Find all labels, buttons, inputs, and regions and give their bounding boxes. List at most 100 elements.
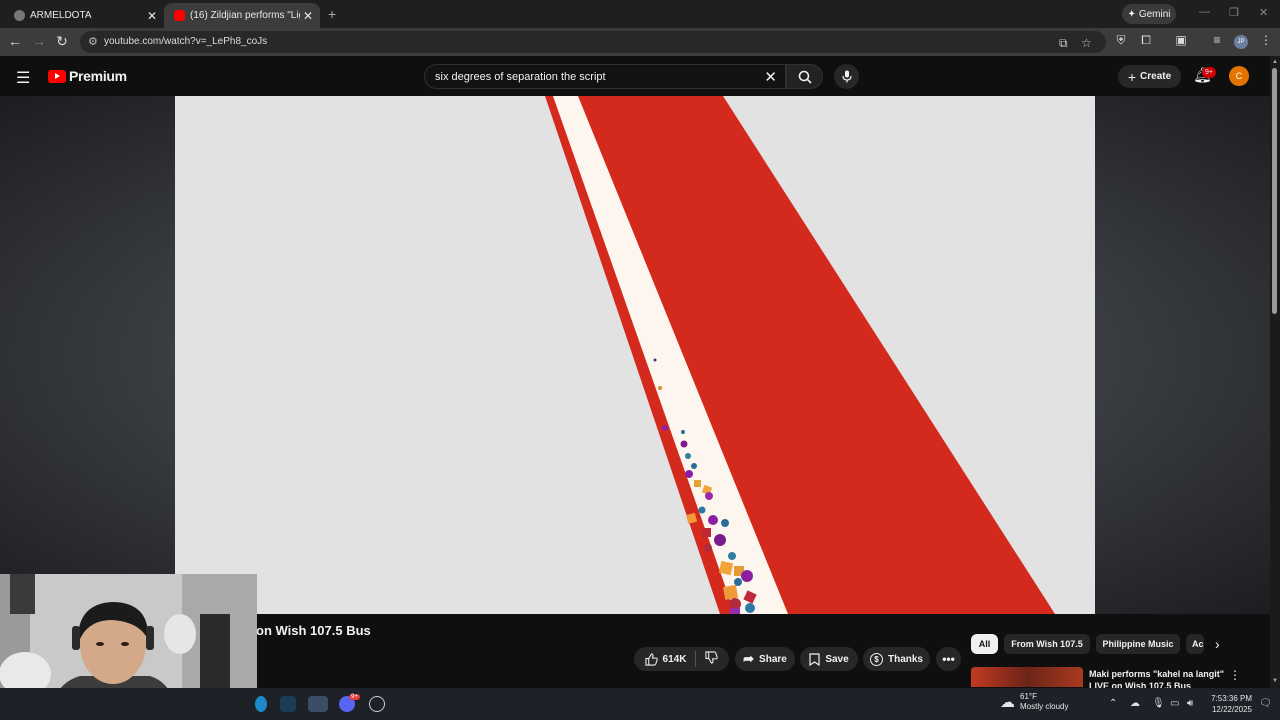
red-stripe-shape xyxy=(545,96,1055,614)
obs-icon[interactable] xyxy=(369,696,385,712)
menu-hamburger-icon[interactable]: ☰ xyxy=(16,68,30,88)
scrollbar-thumb[interactable] xyxy=(1272,68,1277,314)
tab-youtube-video[interactable]: (16) Zildjian performs "Ligaw Ti ✕ xyxy=(164,3,320,28)
share-arrow-icon: ➦ xyxy=(743,651,755,666)
save-label: Save xyxy=(825,653,849,665)
close-tab-icon[interactable]: ✕ xyxy=(144,9,160,23)
scroll-down-icon[interactable]: ▼ xyxy=(1272,678,1278,684)
save-button[interactable]: Save xyxy=(800,647,858,671)
page-scrollbar[interactable]: ▲ ▼ xyxy=(1270,56,1280,688)
browser-tab-bar: ARMELDOTA ✕ (16) Zildjian performs "Liga… xyxy=(0,0,1280,28)
super-thanks-icon: $ xyxy=(869,652,883,666)
browser-menu-icon[interactable]: ⋮ xyxy=(1258,33,1274,47)
chevron-right-icon[interactable]: › xyxy=(1215,636,1220,652)
install-app-icon[interactable]: ⧉ xyxy=(1059,36,1068,51)
notification-center-icon[interactable]: 🗨︎ xyxy=(1259,698,1272,709)
extensions-puzzle-icon[interactable]: ⧠ xyxy=(1138,33,1154,48)
steam-active-icon[interactable] xyxy=(308,696,328,712)
gemini-button[interactable]: ✦ Gemini xyxy=(1122,4,1176,24)
youtube-favicon-icon xyxy=(174,10,185,21)
chip-all[interactable]: All xyxy=(971,634,998,654)
video-title: on Wish 107.5 Bus xyxy=(256,623,371,638)
sparkle-icon: ✦ xyxy=(1127,8,1136,20)
new-tab-icon[interactable]: + xyxy=(328,6,336,22)
create-label: Create xyxy=(1140,71,1172,82)
microphone-tray-icon[interactable]: 🎙︎ xyxy=(1152,698,1165,709)
onedrive-cloud-icon[interactable]: ☁ xyxy=(1130,698,1140,709)
search-icon xyxy=(798,70,812,84)
bookmark-star-icon[interactable]: ☆ xyxy=(1081,36,1092,50)
volume-icon[interactable]: 🔊︎ xyxy=(1187,698,1193,709)
shield-extension-icon[interactable]: ⛨ xyxy=(1113,33,1129,48)
cloud-icon: ☁ xyxy=(1000,694,1015,711)
close-tab-icon[interactable]: ✕ xyxy=(300,9,316,23)
microphone-icon xyxy=(841,70,852,83)
more-horizontal-icon: ••• xyxy=(942,652,955,666)
more-vertical-icon[interactable]: ⋮ xyxy=(1229,668,1241,682)
thumbs-down-icon xyxy=(705,651,719,664)
voice-search-button[interactable] xyxy=(834,64,859,89)
video-frame xyxy=(545,96,1055,614)
brand-text: Premium xyxy=(69,68,127,84)
tab-favicon-icon xyxy=(14,10,25,21)
steam-icon[interactable] xyxy=(280,696,296,712)
account-avatar[interactable]: C xyxy=(1229,66,1249,86)
close-window-icon[interactable]: ✕ xyxy=(1259,6,1268,19)
like-divider xyxy=(695,651,697,667)
back-icon[interactable]: ← xyxy=(6,33,24,49)
video-player[interactable] xyxy=(175,96,1095,614)
scroll-up-icon[interactable]: ▲ xyxy=(1272,59,1278,65)
youtube-header: ☰ Premium six degrees of separation the … xyxy=(0,56,1270,96)
address-bar[interactable]: ⚙ youtube.com/watch?v=_LePh8_coJs ⧉ ☆ xyxy=(80,31,1106,53)
clock-time: 7:53:36 PM xyxy=(1211,694,1252,703)
youtube-premium-logo[interactable]: Premium xyxy=(48,68,127,84)
tab-armeldota[interactable]: ARMELDOTA ✕ xyxy=(4,3,164,28)
search-button[interactable] xyxy=(786,64,823,89)
thanks-label: Thanks xyxy=(887,653,923,665)
minimize-icon[interactable]: — xyxy=(1199,6,1210,18)
recommendation-thumbnail[interactable] xyxy=(971,667,1083,687)
tray-chevron-up-icon[interactable]: ⌃ xyxy=(1109,698,1117,709)
reading-list-icon[interactable]: ≡ xyxy=(1209,33,1225,47)
more-actions-button[interactable]: ••• xyxy=(936,647,961,671)
weather-widget[interactable]: ☁ 61°F Mostly cloudy xyxy=(1000,692,1068,712)
chip-from-wish[interactable]: From Wish 107.5 xyxy=(1004,634,1090,654)
media-control-icon[interactable]: ▣ xyxy=(1173,33,1189,47)
create-button[interactable]: + Create xyxy=(1118,65,1181,88)
thumbs-up-icon xyxy=(644,652,658,666)
plus-icon: + xyxy=(1127,68,1137,85)
clear-search-icon[interactable]: ✕ xyxy=(764,68,777,86)
network-icon[interactable]: ▭ xyxy=(1170,698,1179,709)
weather-temperature: 61°F xyxy=(1020,692,1037,701)
recommendation-title[interactable]: Maki performs "kahel na langit" LIVE on … xyxy=(1089,668,1225,688)
site-info-icon[interactable]: ⚙ xyxy=(88,35,98,48)
url-text: youtube.com/watch?v=_LePh8_coJs xyxy=(104,36,268,47)
discord-badge: 9+ xyxy=(349,694,360,700)
clock-date: 12/22/2025 xyxy=(1211,705,1252,714)
youtube-play-icon xyxy=(48,69,66,83)
edge-icon[interactable] xyxy=(255,696,267,712)
bookmark-icon xyxy=(809,652,820,666)
gemini-label: Gemini xyxy=(1138,8,1171,20)
restore-icon[interactable]: ❐ xyxy=(1229,6,1239,19)
chip-truncated[interactable]: Ac xyxy=(1186,634,1204,654)
taskbar-clock[interactable]: 7:53:36 PM 12/22/2025 xyxy=(1206,693,1252,715)
forward-icon[interactable]: → xyxy=(30,33,48,49)
like-button[interactable]: 614K xyxy=(644,652,687,666)
like-count: 614K xyxy=(662,653,687,665)
tab-title: ARMELDOTA xyxy=(30,10,92,21)
thanks-button[interactable]: $ Thanks xyxy=(863,647,930,671)
windows-taskbar xyxy=(0,688,1280,720)
like-dislike-group: 614K xyxy=(634,647,729,671)
chip-philippine-music[interactable]: Philippine Music xyxy=(1096,634,1180,654)
profile-avatar[interactable]: JP xyxy=(1234,35,1248,49)
share-button[interactable]: ➦ Share xyxy=(735,647,795,671)
search-query: six degrees of separation the script xyxy=(435,71,606,83)
dislike-button[interactable] xyxy=(705,651,719,667)
weather-description: Mostly cloudy xyxy=(1020,702,1069,711)
notifications-badge: 9+ xyxy=(1202,67,1216,78)
tab-title: (16) Zildjian performs "Ligaw Ti xyxy=(190,10,300,21)
browser-toolbar: ← → ↻ ⚙ youtube.com/watch?v=_LePh8_coJs … xyxy=(0,28,1280,56)
search-input[interactable]: six degrees of separation the script ✕ xyxy=(424,64,786,89)
reload-icon[interactable]: ↻ xyxy=(53,33,71,50)
